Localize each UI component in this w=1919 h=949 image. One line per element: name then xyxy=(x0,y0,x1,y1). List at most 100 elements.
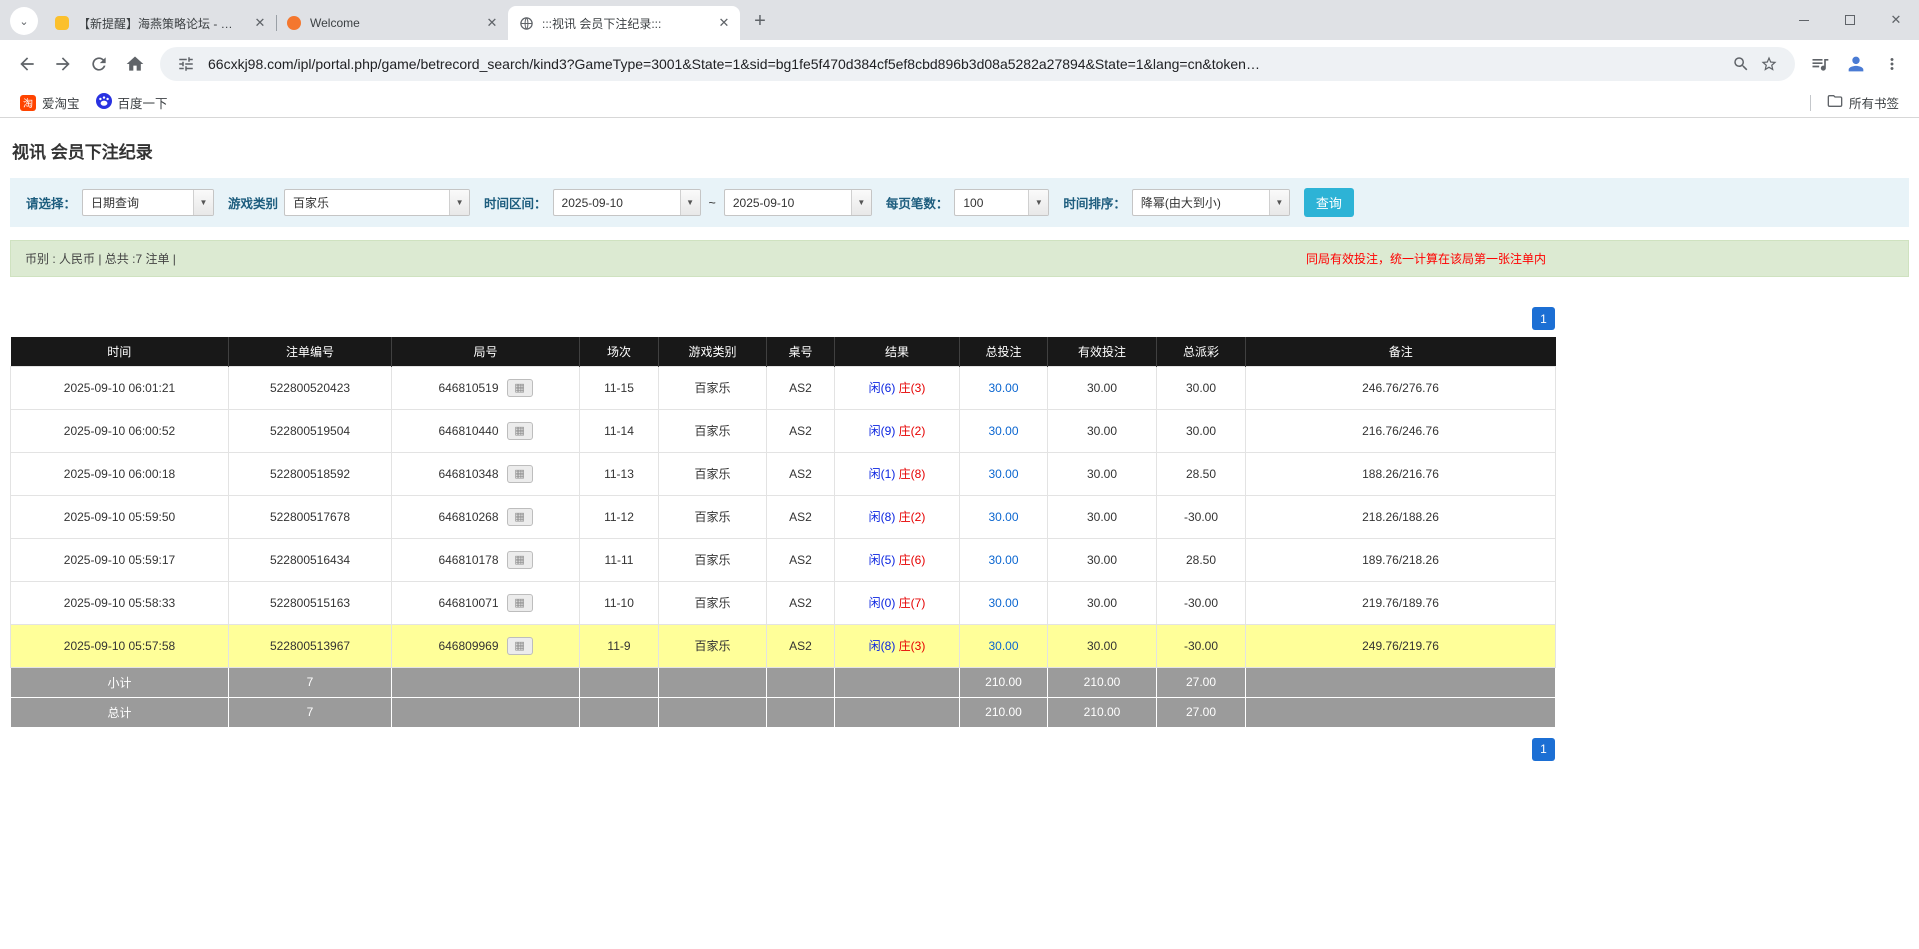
forward-icon[interactable] xyxy=(46,47,80,81)
sort-order-value[interactable] xyxy=(1133,190,1269,215)
maximize-button[interactable] xyxy=(1827,0,1873,40)
media-controls-icon[interactable] xyxy=(1803,47,1837,81)
cell-valid-bet: 30.00 xyxy=(1048,538,1157,581)
per-page-select[interactable]: ▼ xyxy=(954,189,1049,216)
baidu-icon xyxy=(96,93,112,112)
date-to-value[interactable] xyxy=(725,190,851,215)
url-text[interactable]: 66cxkj98.com/ipl/portal.php/game/betreco… xyxy=(208,56,1717,72)
per-page-value[interactable] xyxy=(955,190,1028,215)
back-icon[interactable] xyxy=(10,47,44,81)
date-to-select[interactable]: ▼ xyxy=(724,189,872,216)
bookmark-label: 爱淘宝 xyxy=(42,93,80,112)
total-bet-link[interactable]: 30.00 xyxy=(988,381,1018,395)
cell-table-no: AS2 xyxy=(767,452,835,495)
total-bet-link[interactable]: 30.00 xyxy=(988,467,1018,481)
cell-total-bet: 30.00 xyxy=(960,366,1048,409)
total-bet-link[interactable]: 30.00 xyxy=(988,553,1018,567)
round-number: 646810178 xyxy=(438,553,498,567)
summary-cell: 小计 xyxy=(11,667,229,697)
column-header: 注单编号 xyxy=(229,337,392,366)
home-icon[interactable] xyxy=(118,47,152,81)
minimize-button[interactable] xyxy=(1781,0,1827,40)
cell-table-no: AS2 xyxy=(767,581,835,624)
replay-video-icon[interactable]: ▦ xyxy=(507,465,533,483)
filter-bar: 请选择： ▼ 游戏类别 ▼ 时间区间： ▼ ~ xyxy=(10,178,1909,227)
chevron-down-icon[interactable]: ▼ xyxy=(1028,190,1048,215)
new-tab-button[interactable]: + xyxy=(746,7,774,35)
tab-forum[interactable]: 【新提醒】海燕策略论坛 - 综合… ✕ xyxy=(44,6,276,40)
column-header: 时间 xyxy=(11,337,229,366)
bookmark-taobao[interactable]: 淘 爱淘宝 xyxy=(12,91,88,115)
page-button-1[interactable]: 1 xyxy=(1532,307,1555,330)
cell-round: 646810519▦ xyxy=(392,366,580,409)
game-type-select[interactable]: ▼ xyxy=(284,189,470,216)
date-from-select[interactable]: ▼ xyxy=(553,189,701,216)
tab-welcome[interactable]: Welcome ✕ xyxy=(276,6,508,40)
cell-bet-id: 522800517678 xyxy=(229,495,392,538)
round-number: 646810440 xyxy=(438,424,498,438)
result-banker: 庄(7) xyxy=(899,596,926,610)
zoom-icon[interactable] xyxy=(1727,50,1755,78)
search-button[interactable]: 查询 xyxy=(1304,188,1354,217)
round-number: 646810348 xyxy=(438,467,498,481)
round-number: 646810268 xyxy=(438,510,498,524)
replay-video-icon[interactable]: ▦ xyxy=(507,379,533,397)
tab-bet-records[interactable]: :::视讯 会员下注纪录::: ✕ xyxy=(508,6,740,40)
game-type-label: 游戏类别 xyxy=(228,193,278,212)
cell-round: 646810178 ▦ xyxy=(392,538,580,581)
chevron-down-icon[interactable]: ▼ xyxy=(680,190,700,215)
bookmark-baidu[interactable]: 百度一下 xyxy=(88,91,176,115)
page-button-1[interactable]: 1 xyxy=(1532,738,1555,761)
chevron-down-icon[interactable]: ▼ xyxy=(193,190,213,215)
cell-valid-bet: 30.00 xyxy=(1048,624,1157,667)
close-tab-icon[interactable]: ✕ xyxy=(716,15,732,31)
cell-total-bet: 30.00 xyxy=(960,624,1048,667)
summary-cell xyxy=(659,697,767,727)
query-type-value[interactable] xyxy=(83,190,193,215)
site-settings-icon[interactable] xyxy=(172,50,200,78)
total-bet-link[interactable]: 30.00 xyxy=(988,424,1018,438)
replay-video-icon[interactable]: ▦ xyxy=(507,422,533,440)
cell-valid-bet: 30.00 xyxy=(1048,409,1157,452)
bookmark-star-icon[interactable] xyxy=(1755,50,1783,78)
total-bet-link[interactable]: 30.00 xyxy=(988,596,1018,610)
total-bet-link[interactable]: 30.00 xyxy=(988,510,1018,524)
chevron-down-icon[interactable]: ▼ xyxy=(1269,190,1289,215)
column-header: 备注 xyxy=(1246,337,1556,366)
cell-payout: -30.00 xyxy=(1157,624,1246,667)
close-tab-icon[interactable]: ✕ xyxy=(484,15,500,31)
cell-note: 189.76/218.26 xyxy=(1246,538,1556,581)
cell-time: 2025-09-10 05:59:50 xyxy=(11,495,229,538)
refresh-icon[interactable] xyxy=(82,47,116,81)
chevron-down-icon[interactable]: ▼ xyxy=(851,190,871,215)
all-bookmarks-button[interactable]: 所有书签 xyxy=(1819,91,1907,115)
close-tab-icon[interactable]: ✕ xyxy=(252,15,268,31)
cell-time: 2025-09-10 06:00:18 xyxy=(11,452,229,495)
profile-avatar-icon[interactable] xyxy=(1839,47,1873,81)
replay-video-icon[interactable]: ▦ xyxy=(507,637,533,655)
cell-bet-id: 522800515163 xyxy=(229,581,392,624)
query-type-select[interactable]: ▼ xyxy=(82,189,214,216)
chevron-down-icon[interactable]: ▼ xyxy=(449,190,469,215)
tab-search-button[interactable]: ⌄ xyxy=(10,7,38,35)
cell-note: 249.76/219.76 xyxy=(1246,624,1556,667)
total-bet-link[interactable]: 30.00 xyxy=(988,639,1018,653)
replay-video-icon[interactable]: ▦ xyxy=(507,508,533,526)
cell-result: 闲(9) 庄(2) xyxy=(835,409,960,452)
menu-kebab-icon[interactable] xyxy=(1875,47,1909,81)
cell-table-no: AS2 xyxy=(767,538,835,581)
replay-video-icon[interactable]: ▦ xyxy=(507,551,533,569)
game-type-value[interactable] xyxy=(285,190,449,215)
replay-video-icon[interactable]: ▦ xyxy=(507,594,533,612)
date-from-value[interactable] xyxy=(554,190,680,215)
close-window-button[interactable]: ✕ xyxy=(1873,0,1919,40)
time-range-label: 时间区间： xyxy=(484,193,547,212)
summary-cell xyxy=(767,667,835,697)
sort-order-select[interactable]: ▼ xyxy=(1132,189,1290,216)
taobao-icon: 淘 xyxy=(20,95,36,111)
summary-cell xyxy=(392,697,580,727)
cell-time: 2025-09-10 06:00:52 xyxy=(11,409,229,452)
address-bar[interactable]: 66cxkj98.com/ipl/portal.php/game/betreco… xyxy=(160,47,1795,81)
column-header: 场次 xyxy=(580,337,659,366)
summary-cell: 27.00 xyxy=(1157,667,1246,697)
